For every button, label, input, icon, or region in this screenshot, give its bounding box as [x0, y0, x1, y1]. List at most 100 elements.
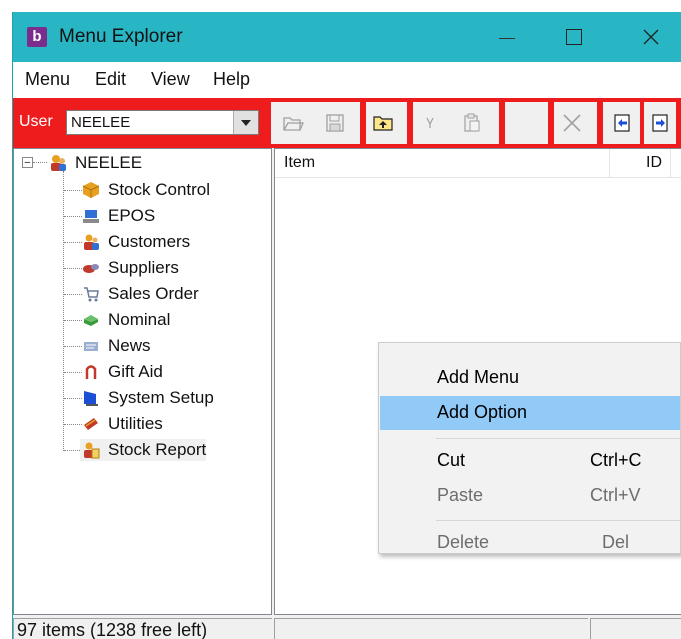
delete-button[interactable] [556, 108, 588, 138]
filter-button[interactable] [414, 108, 446, 138]
save-disk-icon [326, 114, 344, 132]
tree-item-stock-report[interactable]: Stock Report [80, 439, 207, 461]
menu-edit[interactable]: Edit [95, 69, 126, 90]
tree-item-label: Nominal [108, 310, 171, 329]
news-icon [80, 336, 102, 356]
tree-node-label: NEELEE [75, 153, 143, 172]
ctx-shortcut: Ctrl+V [590, 485, 641, 505]
chevron-down-icon [241, 119, 251, 126]
gift-icon [80, 362, 102, 382]
report-icon [80, 440, 102, 460]
separator-highlight [499, 98, 505, 148]
paste-button[interactable] [456, 108, 488, 138]
ctx-add-menu[interactable]: Add Menu [380, 361, 680, 395]
tree-item-suppliers[interactable]: Suppliers [80, 257, 179, 279]
ctx-add-option[interactable]: Add Option [380, 396, 680, 430]
user-label: User [19, 113, 53, 130]
filter-icon [426, 117, 434, 128]
ctx-item-label: Paste [437, 485, 484, 505]
tree-item-nominal[interactable]: Nominal [80, 309, 170, 331]
status-text: 97 items (1238 free left) [17, 620, 208, 639]
ctx-shortcut: Del [602, 532, 630, 552]
delete-x-icon [563, 114, 581, 132]
menu-bar: Menu Edit View Help [13, 62, 681, 98]
import-icon [614, 114, 630, 132]
ctx-paste[interactable]: Paste Ctrl+V [380, 479, 680, 513]
tree-item-label: Sales Order [108, 284, 199, 303]
monitor-icon [80, 388, 102, 408]
list-header: Item ID [275, 149, 681, 178]
column-header-id[interactable]: ID [610, 149, 671, 177]
tools-icon [80, 414, 102, 434]
tree-item-label: Suppliers [108, 258, 179, 277]
ctx-item-label: Delete [437, 532, 490, 552]
ctx-cut[interactable]: Cut Ctrl+C [380, 444, 680, 478]
ctx-shortcut: Ctrl+C [590, 450, 642, 470]
export-button[interactable] [644, 108, 676, 138]
tree-item-stock-control[interactable]: Stock Control [80, 179, 210, 201]
tree-item-label: System Setup [108, 388, 214, 407]
menu-menu[interactable]: Menu [25, 69, 70, 90]
up-folder-button[interactable] [367, 108, 399, 138]
paste-clipboard-icon [464, 113, 480, 132]
menu-tree[interactable]: − NEELEE Stock Control EPOS Customers Su… [13, 148, 272, 615]
tree-item-label: Customers [108, 232, 191, 251]
status-pane-count: 97 items (1238 free left) [13, 618, 272, 639]
customers-icon [80, 232, 102, 252]
status-pane [590, 618, 681, 639]
close-icon [643, 29, 659, 45]
save-button[interactable] [319, 108, 351, 138]
tree-connector [33, 162, 47, 163]
ctx-item-label: Add Option [437, 402, 528, 422]
tree-item-system-setup[interactable]: System Setup [80, 387, 214, 409]
user-group-icon [47, 153, 69, 173]
tree-item-gift-aid[interactable]: Gift Aid [80, 361, 163, 383]
ledger-icon [80, 310, 102, 330]
collapse-toggle[interactable]: − [22, 157, 33, 169]
menu-view[interactable]: View [151, 69, 190, 90]
ctx-delete[interactable]: Delete Del [380, 526, 680, 554]
user-select-value: NEELEE [71, 114, 131, 131]
maximize-button[interactable] [543, 12, 605, 62]
tree-item-sales-order[interactable]: Sales Order [80, 283, 199, 305]
status-bar: 97 items (1238 free left) [13, 615, 681, 639]
separator-highlight [676, 98, 681, 148]
ctx-separator [436, 438, 680, 439]
user-select[interactable]: NEELEE [66, 110, 259, 135]
close-button[interactable] [620, 12, 681, 62]
tree-item-label: Gift Aid [108, 362, 163, 381]
tree-item-label: Utilities [108, 414, 163, 433]
tree-node-root[interactable]: NEELEE [47, 152, 142, 174]
separator-highlight [548, 98, 554, 148]
open-button[interactable] [277, 108, 309, 138]
up-folder-icon [373, 116, 393, 131]
import-button[interactable] [605, 108, 639, 138]
separator-highlight [407, 98, 413, 148]
tree-item-news[interactable]: News [80, 335, 151, 357]
suppliers-icon [80, 258, 102, 278]
column-header-item[interactable]: Item [275, 149, 610, 177]
separator-highlight [360, 98, 366, 148]
tree-item-label: Stock Report [108, 440, 207, 459]
menu-help[interactable]: Help [213, 69, 250, 90]
tree-item-epos[interactable]: EPOS [80, 205, 155, 227]
app-icon: b [27, 27, 47, 47]
minimize-icon [499, 37, 515, 39]
box-icon [80, 180, 102, 200]
tree-item-customers[interactable]: Customers [80, 231, 190, 253]
minimize-button[interactable] [476, 12, 538, 62]
status-pane [274, 618, 588, 639]
blank-button[interactable] [506, 108, 548, 138]
window-title: Menu Explorer [59, 26, 183, 47]
context-menu: Add Menu Add Option Cut Ctrl+C Paste Ctr… [378, 342, 681, 554]
tree-item-label: EPOS [108, 206, 156, 225]
export-icon [652, 114, 668, 132]
cart-icon [80, 284, 102, 304]
dropdown-arrow-button[interactable] [233, 111, 258, 134]
separator-highlight [597, 98, 603, 148]
ctx-item-label: Add Menu [437, 367, 520, 387]
tree-item-utilities[interactable]: Utilities [80, 413, 163, 435]
column-header-label: ID [646, 154, 662, 171]
title-bar[interactable]: b Menu Explorer [13, 12, 681, 62]
pos-terminal-icon [80, 206, 102, 226]
